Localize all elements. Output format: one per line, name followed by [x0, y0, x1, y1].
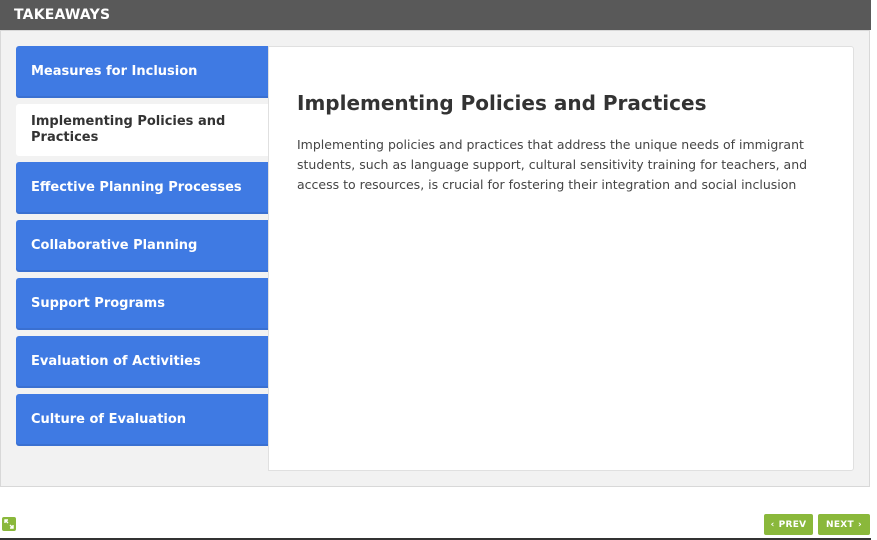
content-body: Implementing policies and practices that…: [297, 137, 808, 192]
content-panel: Implementing Policies and Practices Impl…: [268, 46, 854, 471]
tab-label: Effective Planning Processes: [31, 180, 242, 195]
tab-culture-of-evaluation[interactable]: Culture of Evaluation: [16, 394, 268, 446]
expand-button[interactable]: [2, 517, 16, 531]
chevron-right-icon: ›: [857, 519, 862, 530]
tab-list: Measures for Inclusion Implementing Poli…: [16, 46, 270, 452]
page-title: TAKEAWAYS: [14, 7, 111, 23]
tab-collaborative-planning[interactable]: Collaborative Planning: [16, 220, 268, 272]
chevron-left-icon: ‹: [770, 519, 775, 530]
right-edge: [871, 0, 877, 540]
tab-label: Support Programs: [31, 296, 165, 311]
tab-evaluation-of-activities[interactable]: Evaluation of Activities: [16, 336, 268, 388]
tab-effective-planning-processes[interactable]: Effective Planning Processes: [16, 162, 268, 214]
tab-label: Culture of Evaluation: [31, 412, 187, 427]
tab-label: Collaborative Planning: [31, 238, 198, 253]
tab-label: Measures for Inclusion: [31, 64, 198, 79]
prev-label: PREV: [778, 519, 807, 530]
next-button[interactable]: NEXT ›: [818, 514, 870, 535]
tab-measures-for-inclusion[interactable]: Measures for Inclusion: [16, 46, 268, 98]
tab-label: Implementing Policies and Practices: [31, 114, 226, 145]
prev-button[interactable]: ‹ PREV: [764, 514, 813, 535]
next-label: NEXT: [826, 519, 854, 530]
tab-implementing-policies-and-practices[interactable]: Implementing Policies and Practices: [16, 104, 270, 156]
header-bar: TAKEAWAYS: [0, 0, 871, 30]
tab-support-programs[interactable]: Support Programs: [16, 278, 268, 330]
content-title: Implementing Policies and Practices: [297, 91, 707, 115]
tab-label: Evaluation of Activities: [31, 354, 201, 369]
expand-icon: [4, 519, 14, 529]
